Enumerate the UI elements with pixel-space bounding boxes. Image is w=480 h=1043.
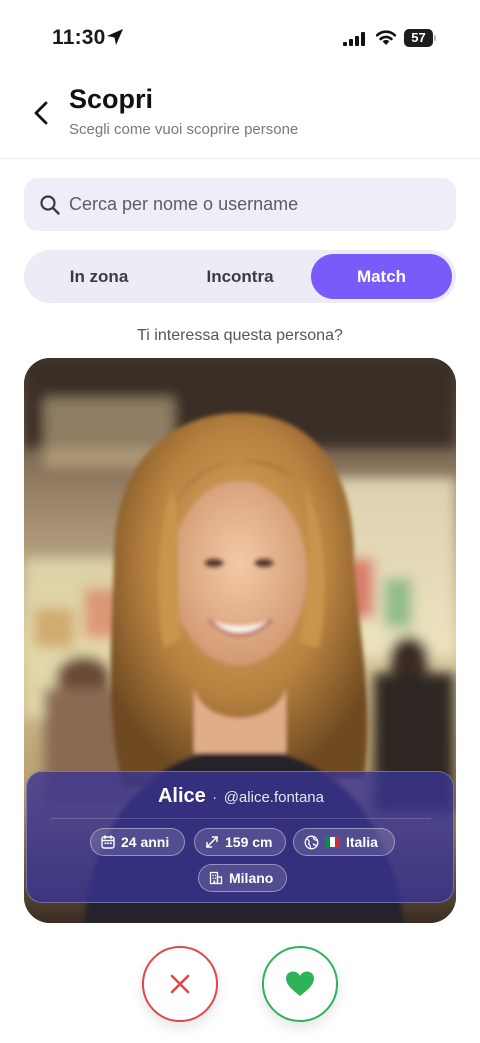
location-arrow-icon [107, 29, 123, 45]
country-label: Italia [346, 834, 378, 850]
city-chip: Milano [198, 864, 287, 892]
profile-name-row: Alice · @alice.fontana [27, 785, 455, 808]
building-icon [209, 871, 223, 885]
cellular-signal-icon [343, 32, 365, 46]
height-label: 159 cm [225, 834, 273, 850]
age-chip: 24 anni [90, 828, 185, 856]
header-divider [0, 158, 480, 159]
wifi-icon [375, 30, 397, 45]
search-input[interactable] [69, 178, 439, 231]
city-label: Milano [229, 870, 274, 886]
tab-in-zona[interactable]: In zona [28, 254, 170, 299]
profile-info-panel: Alice · @alice.fontana 24 anni 159 cm It… [26, 771, 454, 903]
dislike-button[interactable] [142, 946, 218, 1022]
status-time: 11:30 [52, 26, 106, 49]
search-icon [40, 195, 60, 215]
discovery-mode-tabs: In zona Incontra Match [24, 250, 456, 303]
calendar-icon [101, 835, 115, 849]
like-button[interactable] [262, 946, 338, 1022]
profile-card[interactable]: Alice · @alice.fontana 24 anni 159 cm It… [24, 358, 456, 923]
battery-indicator: 57 [404, 29, 436, 47]
x-icon [170, 974, 190, 994]
match-prompt: Ti interessa questa persona? [137, 327, 343, 344]
search-bar[interactable] [24, 178, 456, 231]
resize-arrows-icon [206, 836, 218, 848]
name-separator: · [212, 789, 218, 806]
page-title: Scopri [69, 84, 154, 114]
profile-name: Alice [157, 785, 206, 807]
age-label: 24 anni [121, 834, 170, 850]
tab-incontra[interactable]: Incontra [169, 254, 311, 299]
back-button[interactable] [26, 98, 56, 128]
chevron-left-icon [34, 101, 48, 125]
panel-divider [51, 818, 431, 819]
globe-icon [304, 835, 319, 849]
status-bar: 11:30 57 [0, 0, 480, 78]
page-subtitle: Scegli come vuoi scoprire persone [69, 121, 299, 138]
height-chip: 159 cm [194, 828, 286, 856]
heart-icon [286, 971, 314, 996]
profile-username: @alice.fontana [223, 789, 324, 806]
country-chip: Italia [293, 828, 395, 856]
tab-match[interactable]: Match [311, 254, 452, 299]
battery-level: 57 [411, 30, 426, 45]
italy-flag-icon [325, 837, 340, 847]
